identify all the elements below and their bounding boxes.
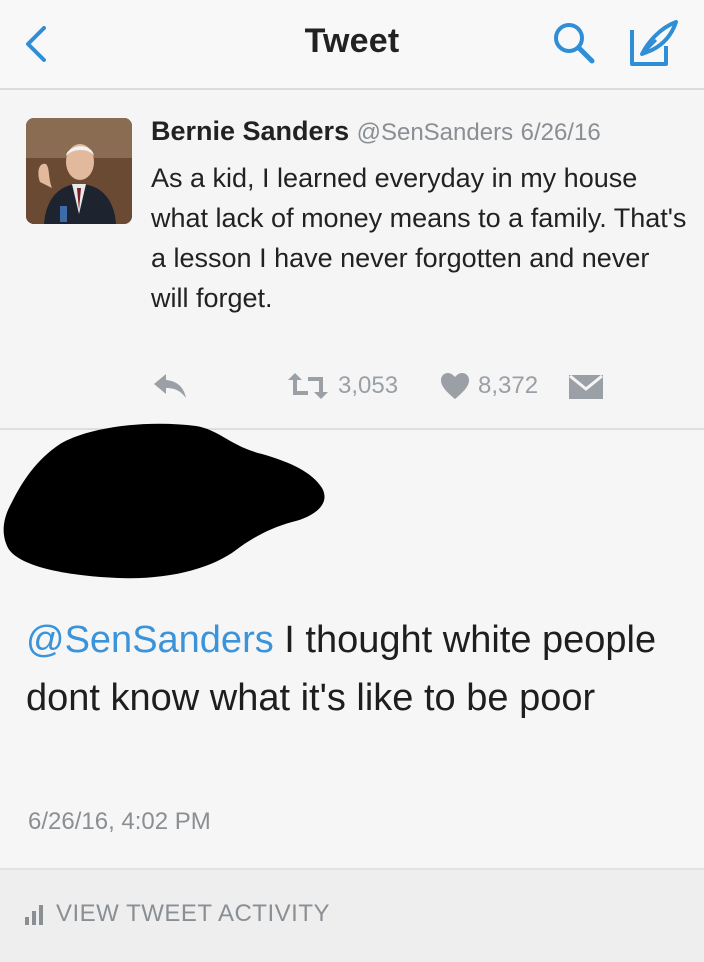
retweet-button[interactable]: 3,053 [286, 368, 398, 404]
reply-tweet-text: @SenSanders I thought white people dont … [26, 611, 686, 727]
view-tweet-activity-button[interactable]: VIEW TWEET ACTIVITY [24, 900, 330, 928]
reply-timestamp: 6/26/16, 4:02 PM [28, 808, 211, 835]
envelope-icon[interactable] [568, 374, 604, 400]
tweet-actions: 3,053 8,372 [0, 362, 704, 412]
retweet-icon [288, 373, 328, 399]
compose-icon[interactable] [626, 16, 682, 70]
quoted-tweet-text: As a kid, I learned everyday in my house… [151, 163, 687, 313]
search-icon[interactable] [548, 18, 598, 68]
quoted-tweet-header: Bernie Sanders @SenSanders 6/26/16 [151, 116, 601, 147]
tweet-activity-bar: VIEW TWEET ACTIVITY [0, 868, 704, 962]
like-count: 8,372 [478, 372, 539, 399]
author-handle[interactable]: @SenSanders [357, 119, 513, 146]
mention-link[interactable]: @SenSanders [26, 619, 274, 661]
avatar[interactable] [26, 118, 132, 224]
like-button[interactable]: 8,372 [440, 368, 538, 404]
reply-icon[interactable] [150, 370, 190, 402]
bar-chart-icon [25, 905, 43, 925]
author-name[interactable]: Bernie Sanders [151, 116, 349, 146]
quoted-tweet[interactable]: Bernie Sanders @SenSanders 6/26/16 As a … [0, 90, 704, 430]
avatar-photo [26, 118, 132, 224]
navigation-bar: Tweet [0, 0, 704, 90]
heart-icon [441, 373, 469, 399]
tweet-date: 6/26/16 [520, 119, 601, 146]
redacted-area [3, 423, 325, 579]
retweet-count: 3,053 [338, 372, 399, 399]
view-tweet-activity-label: VIEW TWEET ACTIVITY [56, 900, 330, 927]
page-title: Tweet [304, 22, 400, 60]
